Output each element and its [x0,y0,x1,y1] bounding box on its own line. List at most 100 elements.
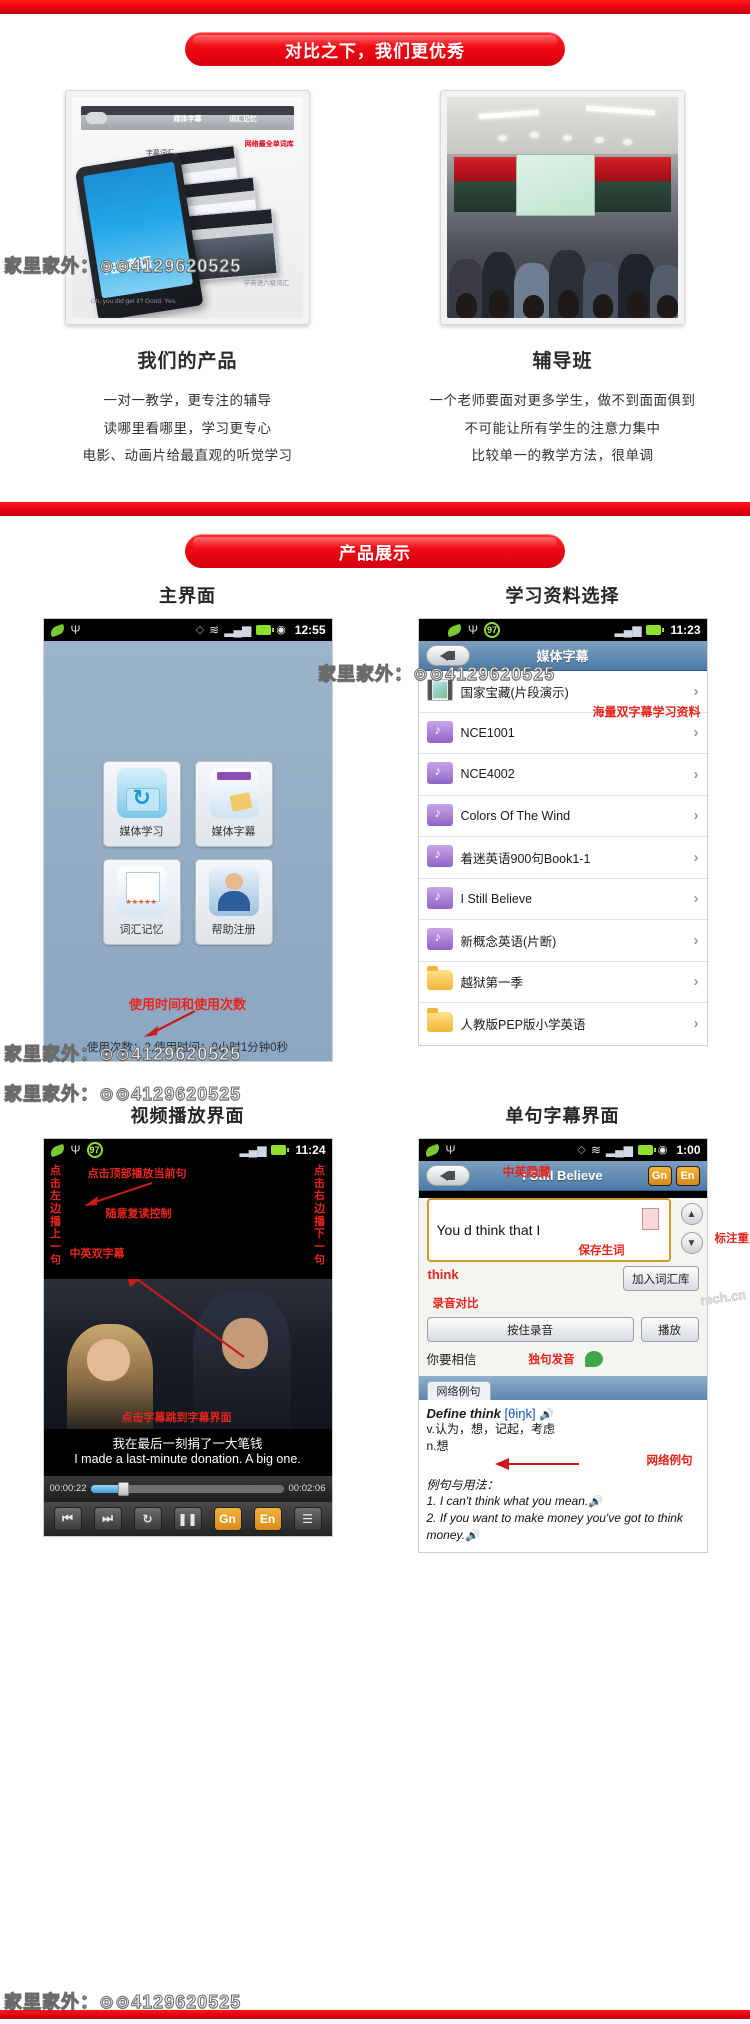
wifi-icon: ≋ [590,1143,601,1158]
signal-icon: ▂▄▆ [239,1143,267,1158]
students-crowd [447,212,678,318]
compare-left-title: 我们的产品 [137,351,238,372]
app-label: 词汇记忆 [119,924,164,937]
usb-icon: Ψ [445,1143,456,1158]
signal-icon: ▂▄▆ [224,623,252,638]
pea-icon [48,623,66,637]
tape-icon [426,886,453,911]
list-item[interactable]: 着迷英语900句Book1-1 › [418,837,707,879]
subtitle-cn: 我在最后一刻捐了一大笔钱 [112,1437,263,1452]
toggle-en-button[interactable]: En [675,1165,700,1186]
player-top-area[interactable]: 点击左边播上一句 点击右边播下一句 点击顶部播放当前句 随意复读控制 中英双字幕 [43,1161,332,1280]
list-item[interactable]: NCE4002 › [418,754,707,796]
alarm-icon: ◉ [657,1143,668,1156]
scroll-down-button[interactable]: ▼ [680,1232,703,1255]
list-item[interactable]: Colors Of The Wind › [418,796,707,838]
list-item[interactable]: I Still Believe › [418,879,707,921]
sentence-titlebar: I Still Believe 中英隐藏 Gn En [418,1161,707,1192]
usb-icon: Ψ [70,1143,81,1158]
play-button[interactable]: 播放 [640,1317,699,1343]
sentence-anno-web: 网络例句 [646,1454,693,1467]
film-icon [426,679,453,703]
list-item[interactable]: 人教版PEP版小学英语 › [419,1003,707,1045]
app-media-subtitle[interactable]: 媒体字幕 [194,761,273,848]
speaker-icon[interactable]: 🔊 [465,1530,479,1542]
chevron-right-icon: › [693,682,699,700]
battery-icon [271,1145,290,1156]
dictionary-phonetic: [θiŋk] [504,1406,536,1422]
annotation-arrow [143,1010,196,1038]
app-help-register[interactable]: 帮助注册 [194,859,273,946]
list-item[interactable]: NCE1001 › 海量双字幕学习资料 [418,705,707,755]
materials-titlebar: 媒体字幕 [418,641,707,672]
battery-badge-icon: 97 [484,622,501,639]
app-label: 媒体字幕 [211,826,256,839]
showcase-home: 主界面 Ψ ◇ ≋ ▂▄▆ ◉ 12:55 ↻ 媒体学习 媒体字幕 ★★★★★ … [0,582,375,1063]
battery-icon [256,625,275,636]
materials-title: 学习资料选择 [505,586,620,607]
video-frame[interactable]: 点击字幕跳到字幕界面 [43,1279,332,1430]
seek-bar[interactable] [91,1481,284,1496]
player-anno-repeat: 随意复读控制 [105,1208,172,1221]
player-right-side-label: 点击右边播下一句 [314,1165,325,1266]
toggle-en-button[interactable]: En [253,1506,282,1531]
mark-important-icon[interactable] [641,1208,659,1231]
home-time: 12:55 [294,623,326,638]
signal-icon: ▂▄▆ [605,1143,633,1158]
next-button[interactable]: ⏭ [93,1506,122,1531]
app-vocabulary[interactable]: 词汇记忆 [102,859,181,946]
compare-heading: 对比之下，我们更优秀 [185,32,565,66]
list-item[interactable]: 新概念英语(片断) › [418,920,707,962]
usb-icon: Ψ [468,623,479,638]
prev-button[interactable]: ⏮ [53,1506,82,1531]
showcase-materials: 学习资料选择 🗂 Ψ 97 ▂▄▆ 11:23 媒体字幕 国家宝藏(片段演示) … [375,582,750,1062]
sentence-tabbar: 网络例句 [418,1376,707,1401]
home-title: 主界面 [159,586,216,607]
compare-right-line-2: 不可能让所有学生的注意力集中 [464,420,661,436]
media-learn-icon [116,768,167,819]
app-media-learn[interactable]: 媒体学习 [102,761,181,848]
toggle-cn-button[interactable]: Gn [647,1165,672,1186]
mock-phone-text: 完美英语 [102,254,153,278]
repeat-button[interactable]: ↻ [133,1506,162,1531]
projector-screen [516,154,595,217]
compare-right-line-3: 比较单一的教学方法，很单调 [471,448,654,464]
time-total: 00:02:06 [288,1483,326,1495]
speaker-icon[interactable]: 🔊 [539,1409,553,1421]
speaker-icon[interactable]: 🔊 [588,1496,602,1508]
player-anno-bilingual: 中英双字幕 [69,1248,125,1261]
speaker-icon[interactable] [584,1350,603,1367]
seek-area[interactable]: 00:00:22 00:02:06 [43,1475,332,1502]
folder-icon [426,1007,453,1036]
product-photo: 媒体字幕 词汇记忆 字幕词汇 网络最全单词库 完美英语 Oh, you did … [65,90,310,325]
top-red-bar [0,0,750,14]
seek-knob[interactable] [118,1481,130,1496]
list-button[interactable]: ☰ [293,1506,322,1531]
materials-statusbar: 🗂 Ψ 97 ▂▄▆ 11:23 [418,619,707,642]
sentence-box[interactable]: You d think that I 标注重点 [426,1198,750,1263]
player-title: 视频播放界面 [130,1106,245,1127]
dictionary-example-1: 1. I can't think what you mean.🔊 [426,1493,602,1508]
sentence-statusbar: Ψ ◇ ≋ ▂▄▆ ◉ 1:00 [418,1139,707,1162]
list-item[interactable]: 越狱第一季 › [418,962,707,1004]
dictionary-examples-label: 例句与用法： [426,1477,499,1492]
sentence-anno-hide: 中英隐藏 [502,1165,551,1180]
scroll-up-button[interactable]: ▲ [680,1203,703,1226]
sentence-side-buttons: ▲ ▼ [680,1203,703,1255]
dictionary-def-1: v.认为，想，记起，考虑 [426,1422,555,1437]
product-mock: 媒体字幕 词汇记忆 字幕词汇 网络最全单词库 完美英语 Oh, you did … [72,97,303,318]
chevron-right-icon: › [693,765,699,783]
player-time: 11:24 [295,1143,326,1158]
pause-button[interactable]: ❚❚ [173,1506,202,1531]
record-button[interactable]: 按住录音 [426,1317,634,1343]
chevron-right-icon: › [693,848,699,866]
pea-icon [48,1143,66,1157]
app-label: 帮助注册 [211,924,256,937]
list-item-label: Colors Of The Wind [460,808,571,823]
chevron-right-icon: › [693,931,699,949]
toggle-cn-button[interactable]: Gn [213,1506,242,1531]
sentence-anno-mark: 标注重点 [714,1233,750,1246]
classroom-mock: 太 学 [447,97,678,318]
tab-web-examples[interactable]: 网络例句 [426,1381,491,1401]
home-device: Ψ ◇ ≋ ▂▄▆ ◉ 12:55 媒体学习 [42,618,333,1063]
